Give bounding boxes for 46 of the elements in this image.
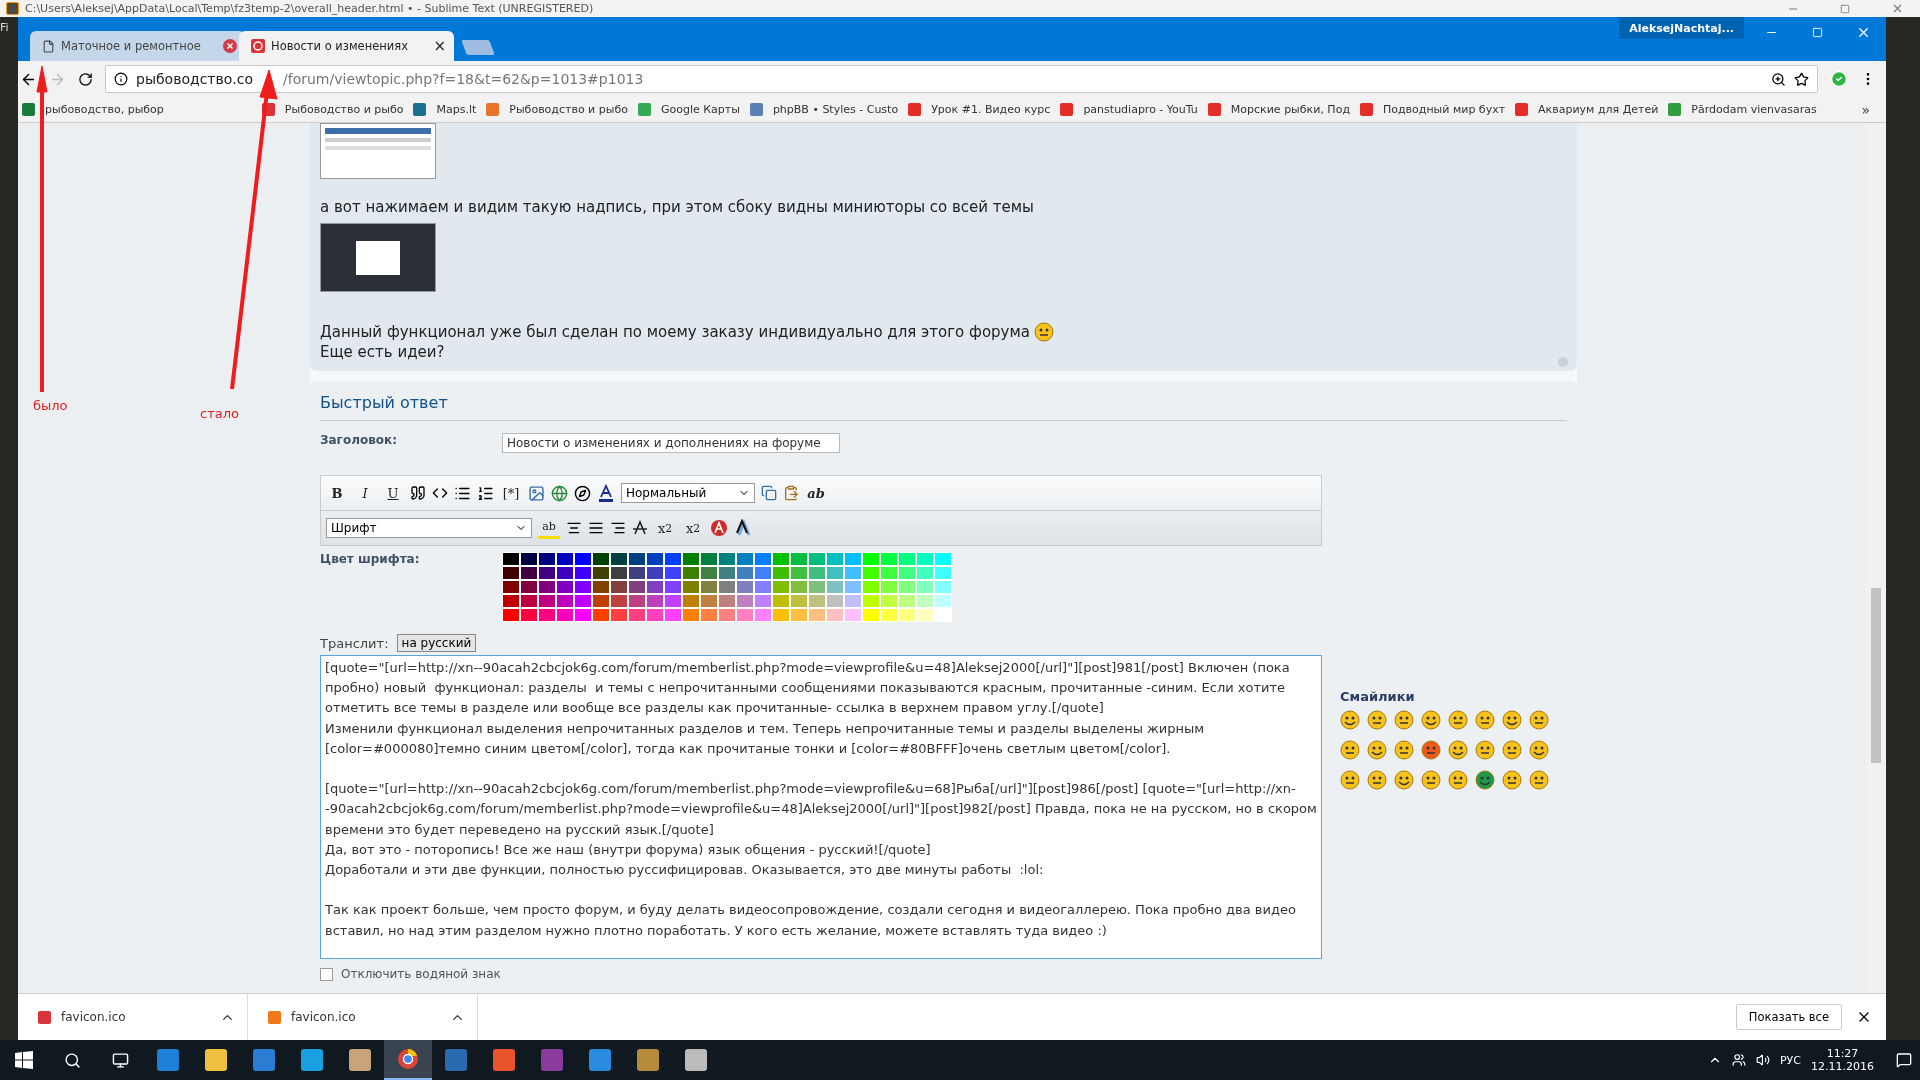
subject-field[interactable]: Новости о изменениях и дополнениях на форуме — [502, 433, 840, 453]
tab-title: Маточное и ремонтное — [61, 39, 202, 53]
annotation-label: стало — [200, 406, 239, 421]
bookmark[interactable]: Урок #1. Видео курс — [908, 103, 1051, 116]
post-text: а вот нажимаем и видим такую надпись, при этом сбоку видны миниюторы со всей темы — [320, 197, 1035, 217]
post-text: Еще есть идеи? — [320, 342, 446, 362]
underline-button[interactable]: U — [382, 482, 404, 504]
more-bookmarks-button[interactable]: » — [1861, 101, 1870, 118]
size-select[interactable]: Нормальный — [621, 483, 755, 503]
language-indicator[interactable]: РУС — [1780, 1053, 1801, 1067]
section-title: Быстрый ответ — [320, 393, 1567, 421]
font-select[interactable]: Шрифт — [326, 518, 532, 538]
address-bar[interactable]: рыбоводство.co /forum/viewtopic.php?f=18&t=62&p=1013#p1013 — [105, 65, 1818, 93]
profile-button[interactable]: AleksejNachtaj... — [1619, 17, 1744, 39]
bookmark[interactable]: Аквариум для Детей — [1515, 103, 1659, 116]
spellcheck-button[interactable]: ab — [805, 482, 827, 504]
window-title: C:\Users\Aleksej\AppData\Local\Temp\fz3temp-2\overall_header.html • - Sublime Text (UNREGISTERED) — [25, 2, 595, 15]
bookmark[interactable]: Pārdodam vienvasaras — [1668, 103, 1817, 116]
message-field[interactable]: [quote="[url=http://xn--90acah2cbcjok6g.com/forum/memberlist.php?mode=viewprofile&u=48]Aleksej2000[/url]"][post]981[/post] Включен (пока пробно) новый функционал: разделы и темы с непрочитанными сообщениями показываются красным, прочитанные -синим. Если хотите отметить все темы в разделе или вообще все разделы как прочитанные- ссылка в верхнем правом углу.[/quote] Изменили функционал выделения непрочитанных разделов и тем. Теперь непрочитанные темы и разделы выделены жирным [color=#000080]темно синим цветом[/color], тогда как прочитаные тонки и [color=#80BFFF]очень светлым цветом[/color]. [quote="[url=http://xn--90acah2cbcjok6g.com/forum/memberlist.php?mode=viewprofile&u=68]Рыба[/url]"][post]986[/post] [quote="[url=http://xn--90acah2cbcjok6g.com/forum/memberlist.php?mode=viewprofile&u=48]Aleksej2000[/url]"][post]982[/post] Правда, пока не на русском, но в скором времени это будет переведено на русский язык.[/quote] Да, вот это - поторопись! Все же наш (внутри форума) язык общения - русский![/quote] Доработали и эти две функции, полностью руссифицировав. Оказывается, это две минуты работы :lol: Так как проект больше, чем просто форум, и буду делать видеосопровождение, создали сегодня и видеогаллерею. Пока пробно два видео вставил, но над этим разделом нужно плотно поработать. У кого есть желание, можете вставлять туда видео :) — [320, 655, 1322, 959]
section-title: Смайлики — [1340, 689, 1416, 704]
post-text: Данный функционал уже был сделан по моему заказу индивидуально для этого форума — [320, 322, 1030, 342]
italic-button[interactable]: I — [354, 482, 376, 504]
bookmark[interactable]: Maps.lt — [413, 103, 477, 116]
bookmark[interactable]: Морские рыбки, Под — [1207, 103, 1350, 116]
show-all-button[interactable]: Показать все — [1735, 1004, 1842, 1030]
list-item-button[interactable]: [*] — [500, 482, 522, 504]
bookmark[interactable]: Подводный мир бухт — [1360, 103, 1506, 116]
bold-button[interactable]: B — [326, 482, 348, 504]
bookmark[interactable]: рыбоводство, рыбор — [22, 103, 164, 116]
watermark-checkbox[interactable]: Отключить водяной знак — [320, 967, 1322, 981]
translit-button[interactable]: на русский — [396, 634, 477, 652]
annotation-label: было — [33, 398, 68, 413]
field-label: Транслит: — [320, 635, 389, 651]
tab-close-button[interactable]: × — [433, 37, 446, 55]
bookmark[interactable]: phpBB • Styles - Custo — [749, 103, 899, 116]
field-label: Цвет шрифта: — [320, 552, 421, 568]
highlight-button[interactable]: ab — [538, 517, 560, 539]
tab-title: Новости о изменениях — [271, 39, 409, 53]
bookmark[interactable]: Рыбоводство и рыбо — [486, 103, 628, 116]
menu-item[interactable]: Fi — [0, 21, 18, 34]
field-label: Заголовок: — [320, 433, 398, 447]
bookmark[interactable]: Google Карты — [637, 103, 740, 116]
bookmark[interactable]: panstudiapro - YouTu — [1060, 103, 1198, 116]
browser-tab[interactable]: Новости о изменениях × — [239, 31, 454, 61]
bookmark[interactable]: Рыбоводство и рыбо — [261, 103, 404, 116]
clock[interactable]: 11:27 12.11.2016 — [1811, 1047, 1874, 1073]
